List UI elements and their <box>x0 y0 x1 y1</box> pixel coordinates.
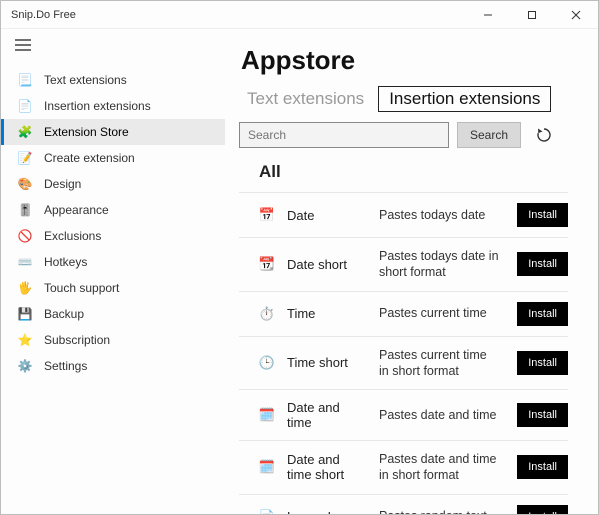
sidebar-item-design[interactable]: 🎨 Design <box>1 171 225 197</box>
extension-name: Time short <box>287 355 367 370</box>
settings-icon: ⚙️ <box>18 359 32 373</box>
extension-desc: Pastes random text <box>379 508 505 514</box>
calendar-short-icon: 📆 <box>259 256 275 272</box>
extension-desc: Pastes date and time <box>379 407 505 423</box>
sidebar-item-label: Extension Store <box>44 125 129 139</box>
extension-name: Time <box>287 306 367 321</box>
sidebar: 📃 Text extensions 📄 Insertion extensions 🧩 Ex… <box>1 29 231 514</box>
section-heading: All <box>259 162 578 182</box>
extension-list[interactable]: 📅 Date Pastes todays date Install 📆 Date shor… <box>239 192 578 514</box>
sidebar-item-label: Backup <box>44 307 84 321</box>
clock-filled-icon: ⏱️ <box>259 306 275 322</box>
app-window: Snip.Do Free 📃 Text extensions 📄 Insertion … <box>0 0 599 515</box>
text-icon: 📃 <box>18 73 32 87</box>
extension-name: Date short <box>287 257 367 272</box>
main-pane: Appstore Text extensionsInsertion extens… <box>231 29 598 514</box>
lorem-icon: 📄 <box>259 509 275 515</box>
create-icon: 📝 <box>18 151 32 165</box>
sidebar-item-touch-support[interactable]: 🖐️ Touch support <box>1 275 225 301</box>
touch-icon: 🖐️ <box>18 281 32 295</box>
extension-row: 📆 Date short Pastes todays date in short f… <box>239 237 568 291</box>
install-button[interactable]: Install <box>517 252 568 276</box>
titlebar: Snip.Do Free <box>1 1 598 29</box>
sidebar-item-appearance[interactable]: 🎚️ Appearance <box>1 197 225 223</box>
sidebar-item-label: Create extension <box>44 151 135 165</box>
sidebar-item-label: Subscription <box>44 333 110 347</box>
close-button[interactable] <box>554 1 598 29</box>
sidebar-item-label: Touch support <box>44 281 119 295</box>
clock-outline-icon: 🕒 <box>259 355 275 371</box>
install-button[interactable]: Install <box>517 403 568 427</box>
sidebar-item-insertion-extensions[interactable]: 📄 Insertion extensions <box>1 93 225 119</box>
sidebar-item-label: Exclusions <box>44 229 101 243</box>
search-button[interactable]: Search <box>457 122 521 148</box>
install-button[interactable]: Install <box>517 203 568 227</box>
maximize-button[interactable] <box>510 1 554 29</box>
extension-row: 📄 Lorem Ipsum Pastes random text Install <box>239 494 568 515</box>
sidebar-item-label: Insertion extensions <box>44 99 151 113</box>
extension-desc: Pastes todays date in short format <box>379 248 505 281</box>
appearance-icon: 🎚️ <box>18 203 32 217</box>
sidebar-item-label: Text extensions <box>44 73 127 87</box>
extension-desc: Pastes current time in short format <box>379 347 505 380</box>
datetime-short-icon: 🗓️ <box>259 459 275 475</box>
sidebar-item-subscription[interactable]: ⭐ Subscription <box>1 327 225 353</box>
install-button[interactable]: Install <box>517 455 568 479</box>
extension-row: ⏱️ Time Pastes current time Install <box>239 291 568 336</box>
hamburger-button[interactable] <box>1 35 231 67</box>
extension-desc: Pastes date and time in short format <box>379 451 505 484</box>
extension-name: Date <box>287 208 367 223</box>
extension-name: Date and time short <box>287 452 367 482</box>
sidebar-item-extension-store[interactable]: 🧩 Extension Store <box>1 119 225 145</box>
tab-insertion-extensions[interactable]: Insertion extensions <box>378 86 551 112</box>
subscription-icon: ⭐ <box>18 333 32 347</box>
install-button[interactable]: Install <box>517 505 568 515</box>
hotkeys-icon: ⌨️ <box>18 255 32 269</box>
sidebar-item-hotkeys[interactable]: ⌨️ Hotkeys <box>1 249 225 275</box>
refresh-icon[interactable] <box>533 124 555 146</box>
insert-icon: 📄 <box>18 99 32 113</box>
extension-row: 📅 Date Pastes todays date Install <box>239 192 568 237</box>
sidebar-item-label: Design <box>44 177 81 191</box>
sidebar-item-create-extension[interactable]: 📝 Create extension <box>1 145 225 171</box>
datetime-icon: 🗓️ <box>259 407 275 423</box>
backup-icon: 💾 <box>18 307 32 321</box>
extension-desc: Pastes todays date <box>379 207 505 223</box>
calendar-icon: 📅 <box>259 207 275 223</box>
extension-name: Lorem Ipsum <box>287 509 367 514</box>
page-title: Appstore <box>241 45 578 76</box>
tab-row: Text extensionsInsertion extensions <box>239 86 578 112</box>
extension-name: Date and time <box>287 400 367 430</box>
minimize-button[interactable] <box>466 1 510 29</box>
sidebar-item-text-extensions[interactable]: 📃 Text extensions <box>1 67 225 93</box>
search-input[interactable] <box>239 122 449 148</box>
sidebar-item-label: Appearance <box>44 203 109 217</box>
window-title: Snip.Do Free <box>11 9 76 21</box>
extension-row: 🗓️ Date and time Pastes date and time Insta… <box>239 389 568 440</box>
install-button[interactable]: Install <box>517 302 568 326</box>
extension-row: 🕒 Time short Pastes current time in short … <box>239 336 568 390</box>
search-row: Search <box>239 122 578 148</box>
sidebar-item-backup[interactable]: 💾 Backup <box>1 301 225 327</box>
tab-text-extensions[interactable]: Text extensions <box>239 87 372 111</box>
extension-row: 🗓️ Date and time short Pastes date and tim… <box>239 440 568 494</box>
sidebar-item-exclusions[interactable]: 🚫 Exclusions <box>1 223 225 249</box>
store-icon: 🧩 <box>18 125 32 139</box>
design-icon: 🎨 <box>18 177 32 191</box>
extension-desc: Pastes current time <box>379 305 505 321</box>
sidebar-item-label: Hotkeys <box>44 255 87 269</box>
sidebar-item-settings[interactable]: ⚙️ Settings <box>1 353 225 379</box>
exclusions-icon: 🚫 <box>18 229 32 243</box>
install-button[interactable]: Install <box>517 351 568 375</box>
sidebar-item-label: Settings <box>44 359 87 373</box>
